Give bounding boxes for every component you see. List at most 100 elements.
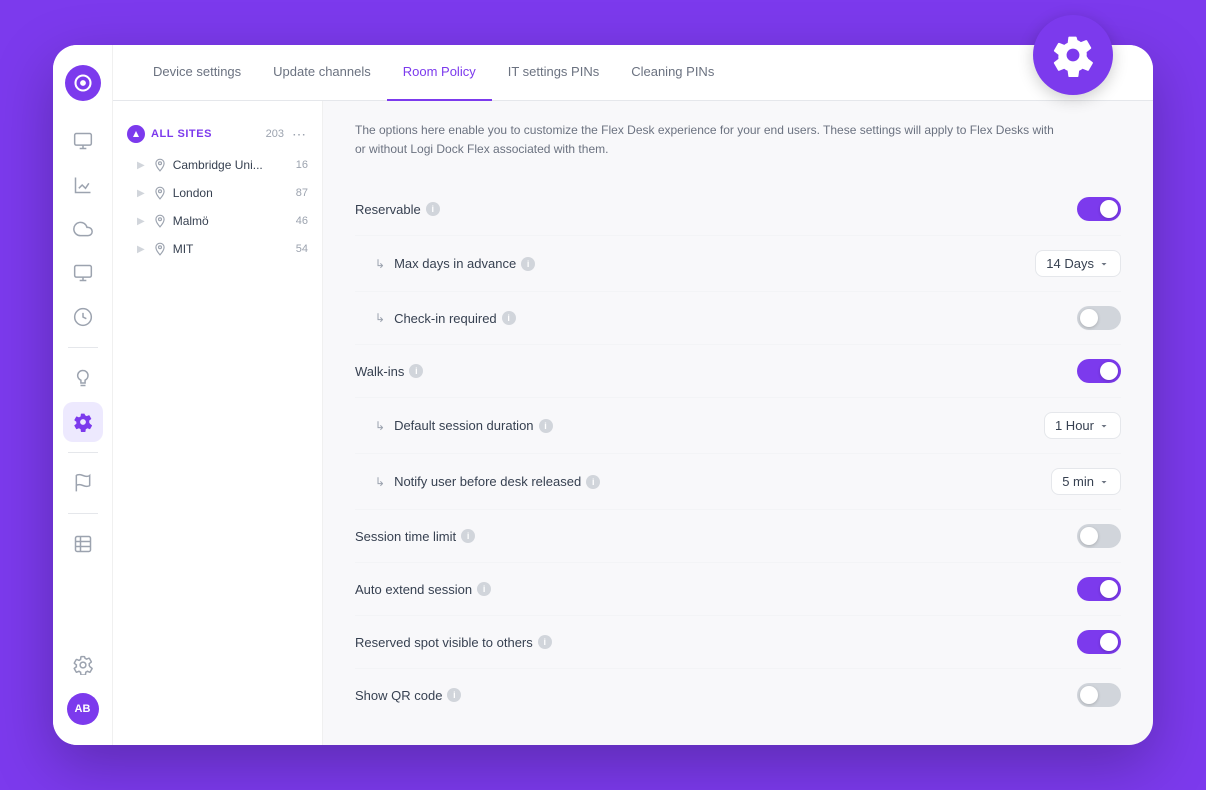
setting-label-max-days: ↳ Max days in advance i: [355, 256, 1035, 271]
site-item-mit[interactable]: ▶ MIT 54: [113, 235, 322, 263]
sidebar-item-analytics[interactable]: [63, 165, 103, 205]
setting-row-qr-code: Show QR code i: [355, 669, 1121, 721]
info-icon-auto-extend[interactable]: i: [477, 582, 491, 596]
info-icon-walk-ins[interactable]: i: [409, 364, 423, 378]
settings-panel: The options here enable you to customize…: [323, 101, 1153, 745]
setting-label-auto-extend: Auto extend session i: [355, 582, 1077, 597]
site-pin-icon-london: [153, 186, 167, 200]
sidebar-item-bulb[interactable]: [63, 358, 103, 398]
sites-more-icon[interactable]: ⋯: [290, 125, 308, 143]
tab-device-settings[interactable]: Device settings: [137, 45, 257, 101]
setting-label-walk-ins: Walk-ins i: [355, 364, 1077, 379]
setting-row-check-in: ↳ Check-in required i: [355, 292, 1121, 345]
gear-badge: [1033, 15, 1113, 95]
info-icon-qr-code[interactable]: i: [447, 688, 461, 702]
setting-control-notify-user: 5 min: [1051, 468, 1121, 495]
sidebar-bottom: AB: [63, 645, 103, 725]
setting-row-max-days: ↳ Max days in advance i 14 Days: [355, 236, 1121, 292]
setting-row-auto-extend: Auto extend session i: [355, 563, 1121, 616]
main-card: AB Device settings Update channels Room …: [53, 45, 1153, 745]
logo[interactable]: [65, 65, 101, 101]
sidebar-item-cloud[interactable]: [63, 209, 103, 249]
site-pin-icon-cambridge: [153, 158, 167, 172]
select-session-duration[interactable]: 1 Hour: [1044, 412, 1121, 439]
setting-label-session-duration: ↳ Default session duration i: [355, 418, 1044, 433]
sidebar-divider-2: [68, 452, 98, 453]
toggle-qr-code[interactable]: [1077, 683, 1121, 707]
setting-row-walk-ins: Walk-ins i: [355, 345, 1121, 398]
toggle-walk-ins[interactable]: [1077, 359, 1121, 383]
sidebar-item-updates[interactable]: [63, 297, 103, 337]
tab-room-policy[interactable]: Room Policy: [387, 45, 492, 101]
site-name-malmo: Malmö: [173, 214, 290, 228]
sidebar-item-rooms[interactable]: [63, 253, 103, 293]
toggle-reservable[interactable]: [1077, 197, 1121, 221]
info-icon-notify-user[interactable]: i: [586, 475, 600, 489]
all-sites-header[interactable]: ALL SITES 203 ⋯: [113, 117, 322, 151]
site-item-malmo[interactable]: ▶ Malmö 46: [113, 207, 322, 235]
select-notify-user[interactable]: 5 min: [1051, 468, 1121, 495]
indent-arrow-session-duration: ↳: [375, 419, 385, 433]
toggle-session-limit[interactable]: [1077, 524, 1121, 548]
site-count-london: 87: [296, 187, 308, 199]
indent-arrow-max-days: ↳: [375, 257, 385, 271]
site-item-cambridge[interactable]: ▶ Cambridge Uni... 16: [113, 151, 322, 179]
setting-label-session-limit: Session time limit i: [355, 529, 1077, 544]
setting-label-notify-user: ↳ Notify user before desk released i: [355, 474, 1051, 489]
info-icon-reservable[interactable]: i: [426, 202, 440, 216]
setting-label-qr-code: Show QR code i: [355, 688, 1077, 703]
indent-arrow-notify-user: ↳: [375, 475, 385, 489]
sidebar-item-settings-active[interactable]: [63, 402, 103, 442]
all-sites-label: ALL SITES: [151, 128, 260, 140]
info-icon-check-in[interactable]: i: [502, 311, 516, 325]
setting-control-max-days: 14 Days: [1035, 250, 1121, 277]
site-item-london[interactable]: ▶ London 87: [113, 179, 322, 207]
setting-label-reservable: Reservable i: [355, 202, 1077, 217]
select-max-days[interactable]: 14 Days: [1035, 250, 1121, 277]
toggle-reserved-visible[interactable]: [1077, 630, 1121, 654]
sidebar-divider-1: [68, 347, 98, 348]
sidebar-divider-3: [68, 513, 98, 514]
setting-row-session-limit: Session time limit i: [355, 510, 1121, 563]
sites-dot: [127, 125, 145, 143]
site-name-mit: MIT: [173, 242, 290, 256]
info-icon-session-duration[interactable]: i: [539, 419, 553, 433]
setting-control-walk-ins: [1077, 359, 1121, 383]
tab-update-channels[interactable]: Update channels: [257, 45, 387, 101]
site-arrow-cambridge: ▶: [137, 160, 145, 171]
all-sites-count: 203: [266, 128, 284, 140]
settings-description: The options here enable you to customize…: [355, 121, 1055, 159]
sidebar-item-table[interactable]: [63, 524, 103, 564]
setting-control-auto-extend: [1077, 577, 1121, 601]
info-icon-reserved-visible[interactable]: i: [538, 635, 552, 649]
setting-label-check-in: ↳ Check-in required i: [355, 311, 1077, 326]
gear-icon: [1051, 33, 1095, 77]
info-icon-max-days[interactable]: i: [521, 257, 535, 271]
content-area: Device settings Update channels Room Pol…: [113, 45, 1153, 745]
sidebar-item-gear[interactable]: [63, 645, 103, 685]
setting-row-notify-user: ↳ Notify user before desk released i 5 m…: [355, 454, 1121, 510]
site-name-cambridge: Cambridge Uni...: [173, 158, 290, 172]
site-pin-icon-mit: [153, 242, 167, 256]
user-avatar[interactable]: AB: [67, 693, 99, 725]
toggle-auto-extend[interactable]: [1077, 577, 1121, 601]
setting-control-reserved-visible: [1077, 630, 1121, 654]
site-arrow-london: ▶: [137, 188, 145, 199]
toggle-check-in[interactable]: [1077, 306, 1121, 330]
sidebar-item-flag[interactable]: [63, 463, 103, 503]
sidebar: AB: [53, 45, 113, 745]
tab-cleaning-pins[interactable]: Cleaning PINs: [615, 45, 730, 101]
tab-it-settings-pins[interactable]: IT settings PINs: [492, 45, 616, 101]
setting-row-reservable: Reservable i: [355, 183, 1121, 236]
setting-control-qr-code: [1077, 683, 1121, 707]
setting-control-check-in: [1077, 306, 1121, 330]
info-icon-session-limit[interactable]: i: [461, 529, 475, 543]
setting-row-reserved-visible: Reserved spot visible to others i: [355, 616, 1121, 669]
site-count-malmo: 46: [296, 215, 308, 227]
site-arrow-mit: ▶: [137, 244, 145, 255]
setting-row-session-duration: ↳ Default session duration i 1 Hour: [355, 398, 1121, 454]
site-count-mit: 54: [296, 243, 308, 255]
tabs-bar: Device settings Update channels Room Pol…: [113, 45, 1153, 101]
sidebar-item-devices[interactable]: [63, 121, 103, 161]
sites-panel: ALL SITES 203 ⋯ ▶ Cambridge Uni... 16 ▶ …: [113, 101, 323, 745]
